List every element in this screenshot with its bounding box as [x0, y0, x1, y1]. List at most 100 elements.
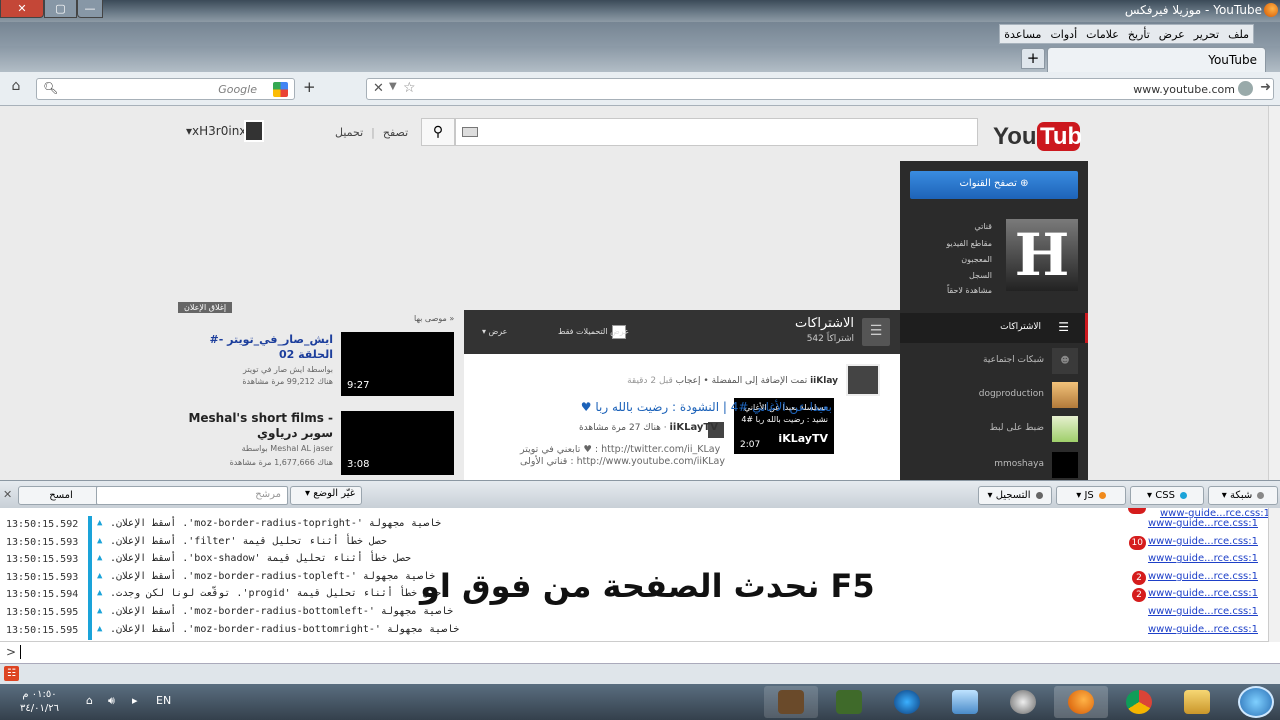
menu-item-bookmarks[interactable]: علامات [1086, 28, 1119, 41]
close-window-button[interactable]: ✕ [0, 0, 44, 18]
video-title-link[interactable]: بعيدا عن الأغاني #4 | النشودة : رضيت بال… [581, 400, 832, 414]
close-icon: ✕ [17, 2, 27, 15]
upload-link[interactable]: تحميل [335, 126, 363, 139]
guide-row[interactable]: mmoshaya [900, 449, 1088, 480]
tab-css[interactable]: ▾ CSS [1130, 486, 1204, 505]
source-link[interactable]: www-guide...rce.css:1 [1148, 518, 1258, 529]
guide-link-history[interactable]: السجل [892, 271, 992, 280]
taskbar-app[interactable] [822, 686, 876, 718]
guide-link-watch-later[interactable]: مشاهدة لاحقاً [892, 286, 992, 295]
position-dropdown[interactable]: ▾ غيّر الوضع [290, 486, 362, 505]
close-ad-button[interactable]: إغلاق الإعلان [178, 302, 233, 313]
browse-channels-button[interactable]: تصفح القنوات ⊕ [910, 171, 1078, 199]
url-bar[interactable]: ✕ ▼ ☆ www.youtube.com ➜ [366, 78, 1274, 100]
url-text[interactable]: www.youtube.com [1133, 83, 1235, 96]
avatar[interactable] [244, 120, 264, 142]
tab-net[interactable]: ▾ شبكة [1208, 486, 1278, 505]
page-scrollbar[interactable] [1268, 106, 1280, 480]
firefox-icon[interactable] [1264, 3, 1278, 17]
status-dot [1257, 491, 1265, 499]
bookmark-star-icon[interactable]: ☆ [403, 80, 416, 96]
tab-youtube[interactable]: YouTube [1047, 47, 1266, 72]
recommended-label[interactable]: موصى بها » [414, 314, 454, 323]
taskbar-app[interactable] [1112, 686, 1166, 718]
network-icon[interactable]: ⌂ [86, 694, 93, 707]
back-arrow-icon[interactable]: ➜ [1260, 80, 1271, 95]
menu-item-file[interactable]: ملف [1228, 28, 1249, 41]
guide-row[interactable]: dogproduction [900, 379, 1088, 411]
guide-row[interactable]: شبكات اجتماعية ☻ [900, 345, 1088, 377]
recommended-video[interactable]: 9:27 #ايش_صار_في_تويتر - الحلقة 02 بواسط… [198, 332, 454, 396]
close-icon[interactable]: ✕ [3, 488, 12, 501]
guide-row[interactable]: ضبط على لبط [900, 413, 1088, 445]
channel-avatar[interactable]: H [1006, 219, 1078, 291]
guide-link-fans[interactable]: المعجبون [892, 255, 992, 264]
menu-item-tools[interactable]: أدوات [1050, 28, 1077, 41]
browse-link[interactable]: تصفح [383, 126, 408, 139]
console-message[interactable]: حصل خطأ أثناء تحليل قيمة 'filter'. أسقط … [110, 536, 1010, 547]
site-identity-icon[interactable] [1238, 81, 1253, 96]
tab-log[interactable]: ▾ التسجيل [978, 486, 1052, 505]
console-message[interactable]: خاصية مجهولة '-moz-border-radius-bottomr… [110, 624, 1010, 635]
start-button[interactable] [1238, 686, 1274, 718]
user-menu[interactable]: ▾xH3r0inx [186, 124, 246, 138]
guide-link-videos[interactable]: مقاطع الفيديو [892, 239, 992, 248]
source-link[interactable]: www-guide...rce.css:1 [1148, 553, 1258, 564]
language-indicator[interactable]: EN [156, 694, 171, 707]
console-timestamp: 13:50:15.593 [6, 554, 79, 566]
feed-user[interactable]: iiKlay [810, 376, 838, 386]
console-input[interactable]: > [0, 642, 1280, 664]
zoom-in-button[interactable]: + [303, 78, 316, 96]
source-link[interactable]: www-guide...rce.css:1 [1148, 536, 1258, 547]
source-link[interactable]: www-guide...rce.css:1 [1148, 588, 1258, 599]
source-link[interactable]: www-guide...rce.css:1 [1148, 624, 1258, 635]
prompt-symbol: > [6, 645, 17, 659]
taskbar-app[interactable] [1054, 686, 1108, 718]
menu-item-help[interactable]: مساعدة [1004, 28, 1041, 41]
youtube-search-input[interactable] [455, 118, 978, 146]
guide-sidebar: تصفح القنوات ⊕ H قناتي مقاطع الفيديو الم… [900, 161, 1088, 480]
console-message[interactable]: خاصية مجهولة '-moz-border-radius-bottoml… [110, 606, 1010, 617]
menu-item-edit[interactable]: تحرير [1194, 28, 1219, 41]
taskbar-app[interactable] [996, 686, 1050, 718]
feed-title: الاشتراكات [794, 316, 854, 331]
chevron-down-icon[interactable]: ▼ [389, 81, 397, 92]
maximize-window-button[interactable]: ▢ [44, 0, 77, 18]
source-link[interactable]: www-guide...rce.css:1 [1148, 606, 1258, 617]
video-title-link[interactable]: Meshal's short films - سوبر درياوي [173, 411, 333, 441]
clear-button[interactable]: امسح [18, 486, 104, 505]
youtube-logo[interactable]: You Tube [993, 119, 1096, 153]
menu-item-view[interactable]: عرض [1159, 28, 1185, 41]
stop-icon[interactable]: ✕ [373, 81, 384, 96]
taskbar-app[interactable] [1170, 686, 1224, 718]
video-title-link[interactable]: #ايش_صار_في_تويتر - الحلقة 02 [173, 332, 333, 362]
menu-item-history[interactable]: تأريخ [1128, 28, 1150, 41]
view-dropdown[interactable]: ▾ عرض [482, 327, 507, 336]
recommended-video[interactable]: 3:08 Meshal's short films - سوبر درياوي … [188, 411, 454, 475]
guide-link-my-channel[interactable]: قناتي [892, 222, 992, 231]
avatar[interactable] [846, 364, 880, 396]
console-message[interactable]: خاصية مجهولة '-moz-border-radius-toprigh… [110, 518, 1010, 529]
taskbar-app[interactable] [938, 686, 992, 718]
clock[interactable]: ٠١:٥٠ م ٣٤/٠١/٢٦ [20, 688, 59, 716]
video-channel[interactable]: iiKLayTV [670, 422, 719, 433]
guide-subscriptions[interactable]: الاشتراكات ☰ [900, 313, 1088, 343]
youtube-search-button[interactable]: ⚲ [421, 118, 455, 146]
search-box[interactable]: 🔍︎ Google [36, 78, 295, 100]
tray-arrow-icon[interactable]: ▸ [132, 694, 138, 707]
tab-js[interactable]: ▾ JS [1056, 486, 1126, 505]
console-message[interactable]: حصل خطأ أثناء تحليل قيمة 'box-shadow'. أ… [110, 553, 1010, 564]
maximize-icon: ▢ [55, 2, 66, 15]
home-icon[interactable]: ⌂ [5, 78, 27, 98]
console-scrollbar[interactable] [1268, 508, 1280, 642]
source-link[interactable]: www-guide...rce.css:1 [1148, 571, 1258, 582]
taskbar-app[interactable] [764, 686, 818, 718]
google-icon[interactable] [273, 82, 288, 97]
new-tab-button[interactable]: + [1021, 48, 1045, 69]
firebug-icon[interactable]: ☷ [4, 666, 19, 681]
volume-icon[interactable]: 🔊︎ [108, 694, 115, 708]
taskbar-app[interactable] [880, 686, 934, 718]
filter-input[interactable]: مرشح [96, 486, 288, 505]
keyboard-icon[interactable] [462, 127, 478, 137]
minimize-window-button[interactable]: — [77, 0, 103, 18]
